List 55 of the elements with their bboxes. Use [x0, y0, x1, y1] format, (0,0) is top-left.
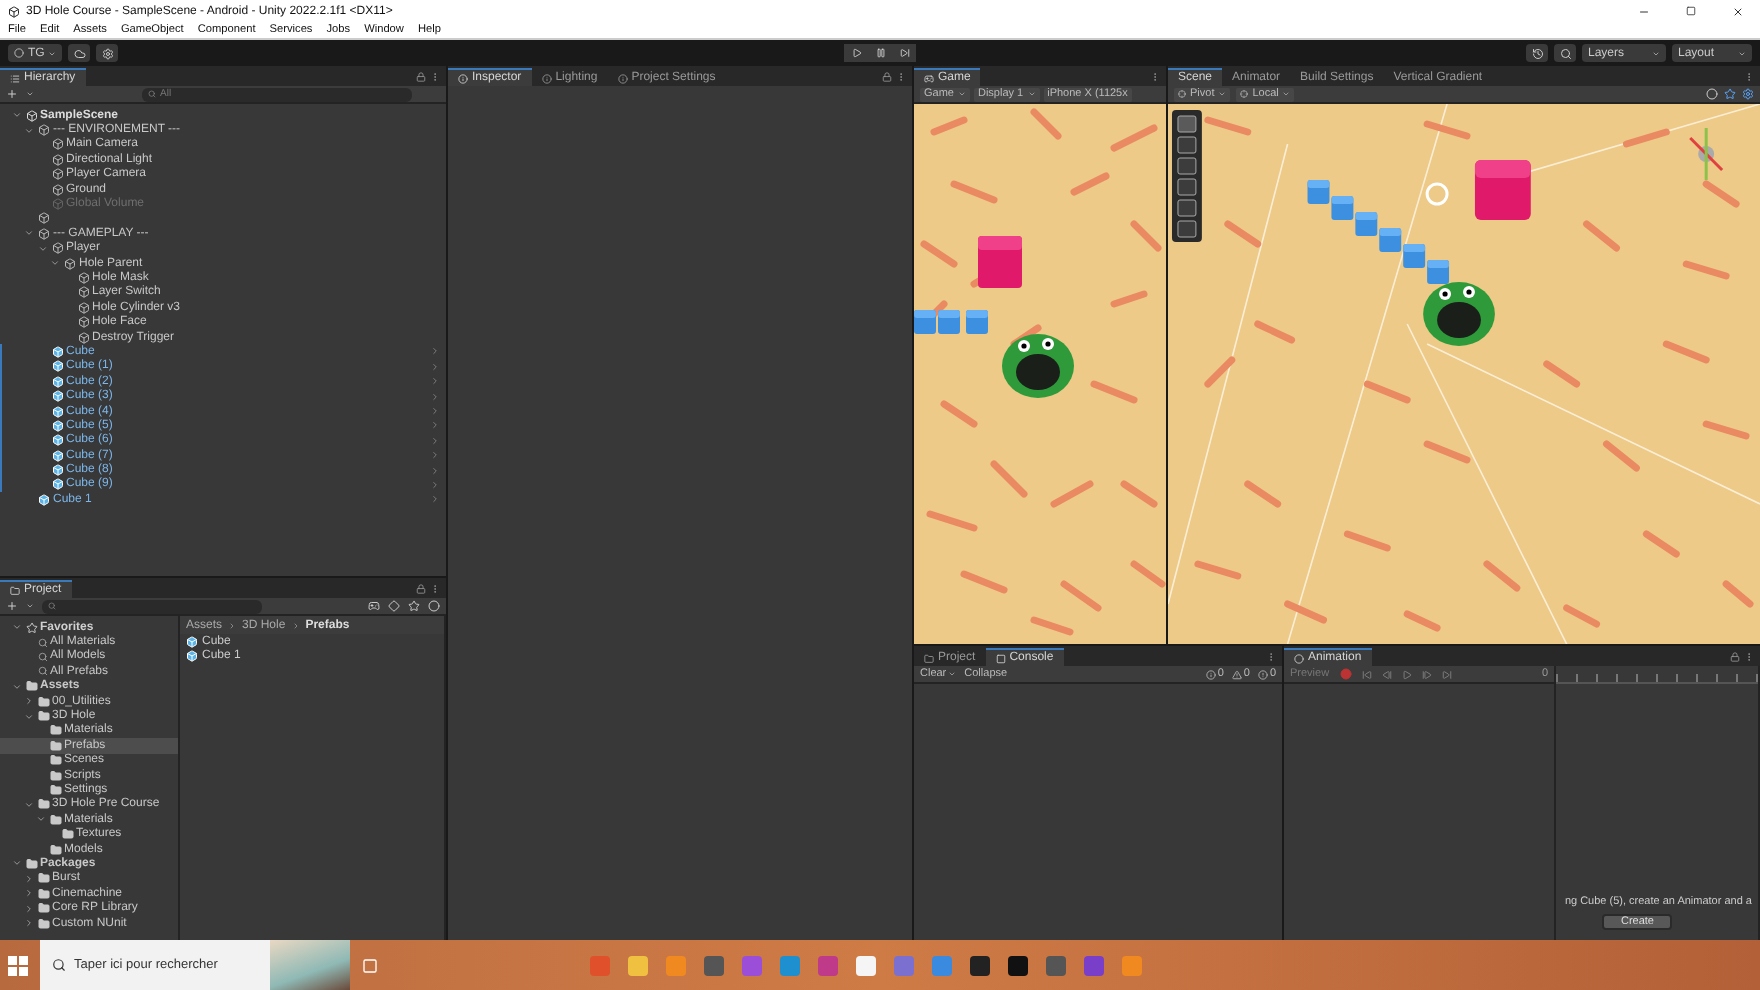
warning-icon — [1231, 669, 1242, 679]
gizmo-icon — [1742, 88, 1754, 100]
settings-button[interactable] — [96, 44, 119, 62]
folder-icon — [924, 653, 934, 663]
lock-icon — [882, 72, 892, 82]
windows-icon[interactable] — [8, 955, 28, 975]
search-icon — [37, 666, 47, 677]
search-icon — [37, 651, 47, 662]
search-field[interactable] — [42, 599, 262, 613]
search-icon — [148, 90, 156, 98]
history-icon — [1531, 47, 1543, 59]
next-frame-icon — [1421, 669, 1432, 679]
cloud-icon — [73, 47, 86, 59]
label-icon — [388, 600, 400, 612]
star-icon — [25, 621, 37, 634]
maximize-icon — [1686, 5, 1696, 15]
close-icon — [1732, 5, 1744, 17]
search-icon — [52, 958, 66, 972]
lock-icon — [416, 72, 426, 82]
app-icon — [8, 5, 20, 17]
search-icon — [1559, 47, 1571, 59]
settings-icon — [101, 47, 114, 59]
search-button[interactable] — [1554, 44, 1576, 62]
pivot-icon — [1178, 90, 1186, 98]
tab-icon — [617, 73, 628, 83]
history-button[interactable] — [1526, 44, 1548, 62]
first-frame-icon — [1361, 669, 1372, 679]
play-button[interactable] — [844, 44, 868, 62]
tab-icon — [458, 73, 468, 83]
previous-frame-icon — [1381, 669, 1392, 679]
gamepad-icon — [924, 73, 934, 83]
add-icon — [6, 600, 18, 612]
search-highlight-picture — [270, 940, 350, 990]
last-frame-icon — [1441, 669, 1452, 679]
play-icon — [1401, 669, 1412, 679]
record-icon — [1339, 668, 1352, 680]
search-icon — [48, 602, 56, 610]
add-icon — [6, 88, 18, 100]
minimize-icon — [1638, 5, 1650, 17]
search-icon — [37, 637, 47, 648]
tab-icon — [541, 73, 552, 83]
pause-icon — [875, 48, 885, 58]
lock-icon — [416, 584, 426, 594]
star-icon — [408, 600, 420, 612]
step-button[interactable] — [892, 44, 916, 62]
console-icon — [995, 653, 1006, 663]
task-view-icon — [362, 957, 378, 973]
folder-icon — [10, 585, 20, 595]
list-icon — [10, 73, 20, 83]
play-icon — [851, 48, 861, 58]
cloud-button[interactable] — [68, 44, 91, 62]
pivot-icon — [1240, 90, 1249, 98]
step-icon — [899, 48, 909, 58]
info-icon — [1205, 669, 1216, 679]
lock-icon — [1730, 652, 1740, 662]
